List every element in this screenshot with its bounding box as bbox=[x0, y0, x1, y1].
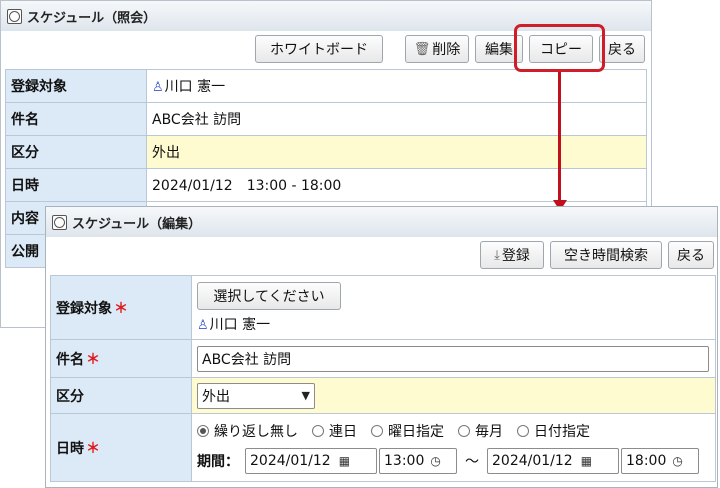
edit-form-table: 登録対象＊ 選択してください ♙川口 憲一 件名＊ ABC会社 訪問 区分 外出… bbox=[50, 275, 716, 482]
user-icon: ♙ bbox=[197, 317, 209, 333]
clock-icon bbox=[52, 214, 67, 230]
period-row: 期間： 2024/01/12 ▦ 13:00 ◷ ～ 2024/01/12 ▦ bbox=[197, 444, 715, 478]
register-button[interactable]: ⤓ 登録 bbox=[480, 241, 544, 269]
datetime-label: 日時＊ bbox=[50, 413, 192, 482]
user-icon: ♙ bbox=[152, 80, 164, 95]
table-row: 区分 外出 ▼ bbox=[50, 377, 716, 414]
radio-dot bbox=[517, 424, 529, 437]
radio-weekday[interactable]: 曜日指定 bbox=[371, 421, 444, 441]
subject-input[interactable]: ABC会社 訪問 bbox=[197, 345, 709, 372]
start-time-input[interactable]: 13:00 ◷ bbox=[379, 447, 457, 474]
radio-specific-date[interactable]: 日付指定 bbox=[517, 421, 590, 441]
required-mark: ＊ bbox=[114, 300, 128, 317]
clock-icon: ◷ bbox=[672, 453, 683, 468]
clock-icon bbox=[7, 8, 22, 24]
table-row: 件名＊ ABC会社 訪問 bbox=[50, 339, 716, 378]
select-target-button[interactable]: 選択してください bbox=[197, 281, 341, 310]
delete-button[interactable]: 🗑 削除 bbox=[405, 35, 469, 63]
end-time-input[interactable]: 18:00 ◷ bbox=[621, 447, 699, 474]
end-date-input[interactable]: 2024/01/12 ▦ bbox=[487, 447, 619, 474]
required-mark: ＊ bbox=[86, 440, 100, 457]
radio-dot bbox=[371, 424, 383, 437]
datetime-value: 2024/01/12 13:00 - 18:00 bbox=[146, 168, 647, 202]
start-date-input[interactable]: 2024/01/12 ▦ bbox=[245, 447, 377, 474]
required-mark: ＊ bbox=[86, 351, 100, 368]
table-row: 登録対象＊ 選択してください ♙川口 憲一 bbox=[50, 275, 716, 340]
edit-panel-header: スケジュール（編集） bbox=[46, 207, 717, 237]
table-row: 登録対象 ♙川口 憲一 bbox=[5, 69, 647, 103]
clock-icon: ◷ bbox=[430, 453, 441, 468]
category-cell: 外出 ▼ bbox=[191, 377, 716, 414]
subject-label: 件名 bbox=[5, 102, 147, 136]
edit-panel-title: スケジュール（編集） bbox=[72, 216, 202, 232]
category-label: 区分 bbox=[5, 135, 147, 169]
table-row: 日時 2024/01/12 13:00 - 18:00 bbox=[5, 168, 647, 202]
chevron-down-icon: ▼ bbox=[301, 389, 310, 402]
subject-cell: ABC会社 訪問 bbox=[191, 339, 716, 378]
annotation-arrow-line bbox=[558, 72, 561, 202]
target-label: 登録対象 bbox=[5, 69, 147, 103]
target-cell: 選択してください ♙川口 憲一 bbox=[191, 275, 716, 340]
period-label: 期間： bbox=[197, 453, 239, 470]
period-tilde: ～ bbox=[465, 453, 479, 470]
calendar-icon: ▦ bbox=[338, 453, 351, 468]
free-time-search-button[interactable]: 空き時間検索 bbox=[550, 241, 662, 269]
datetime-cell: 繰り返し無し 連日 曜日指定 毎月 日付指定 期間： 2024/01/12 ▦ … bbox=[191, 413, 716, 482]
radio-dot bbox=[197, 424, 209, 437]
category-label: 区分 bbox=[50, 377, 192, 414]
category-select[interactable]: 外出 ▼ bbox=[197, 382, 315, 409]
radio-dot bbox=[458, 424, 470, 437]
view-back-button[interactable]: 戻る bbox=[599, 35, 645, 63]
repeat-options: 繰り返し無し 連日 曜日指定 毎月 日付指定 bbox=[197, 418, 715, 444]
target-label: 登録対象＊ bbox=[50, 275, 192, 340]
whiteboard-button[interactable]: ホワイトボード bbox=[255, 35, 383, 63]
radio-daily[interactable]: 連日 bbox=[312, 421, 357, 441]
table-row: 日時＊ 繰り返し無し 連日 曜日指定 毎月 日付指定 期間： 2024/01/1… bbox=[50, 413, 716, 482]
radio-no-repeat[interactable]: 繰り返し無し bbox=[197, 421, 298, 441]
radio-monthly[interactable]: 毎月 bbox=[458, 421, 503, 441]
edit-toolbar: ⤓ 登録 空き時間検索 戻る bbox=[46, 237, 717, 271]
view-panel-title: スケジュール（照会） bbox=[27, 10, 157, 26]
datetime-label: 日時 bbox=[5, 168, 147, 202]
subject-label: 件名＊ bbox=[50, 339, 192, 378]
trash-icon: 🗑 bbox=[413, 41, 431, 57]
schedule-edit-panel: スケジュール（編集） ⤓ 登録 空き時間検索 戻る 登録対象＊ 選択してください… bbox=[45, 206, 718, 488]
target-value: ♙川口 憲一 bbox=[146, 69, 647, 103]
radio-dot bbox=[312, 424, 324, 437]
table-row: 区分 外出 bbox=[5, 135, 647, 169]
table-row: 件名 ABC会社 訪問 bbox=[5, 102, 647, 136]
subject-value: ABC会社 訪問 bbox=[146, 102, 647, 136]
category-value: 外出 bbox=[146, 135, 647, 169]
copy-button-highlight bbox=[514, 24, 605, 72]
calendar-icon: ▦ bbox=[580, 453, 593, 468]
edit-back-button[interactable]: 戻る bbox=[668, 241, 714, 269]
download-icon: ⤓ bbox=[494, 247, 500, 263]
target-value: ♙川口 憲一 bbox=[197, 316, 271, 333]
